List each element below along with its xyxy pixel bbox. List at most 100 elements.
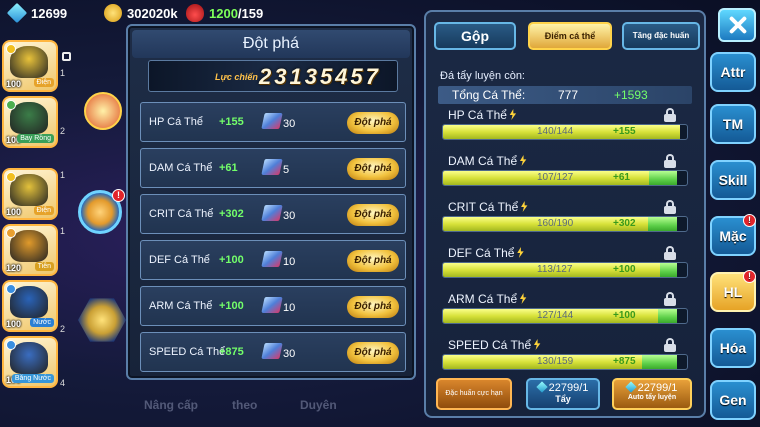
side-tab-label: Hóa — [719, 340, 747, 356]
close-button[interactable] — [718, 8, 756, 42]
side-tab-0[interactable]: Attr — [710, 52, 756, 92]
stat-bonus: +302 — [613, 218, 636, 229]
lock-icon — [62, 52, 71, 61]
gold-counter: 302020k — [104, 4, 178, 22]
breakthrough-button[interactable]: Đột phá — [347, 250, 399, 272]
breakthrough-row: HP Cá Thể +155 30 Đột phá — [140, 102, 406, 142]
wash-button[interactable]: 22799/1 Tẩy — [526, 378, 600, 410]
team-slot[interactable]: 100 Nước — [2, 280, 58, 332]
diamond-icon — [6, 2, 28, 24]
stat-name: HP Cá Thể — [448, 108, 517, 122]
side-tab-label: Gen — [719, 392, 747, 408]
breakthrough-row: CRIT Cá Thể +302 30 Đột phá — [140, 194, 406, 234]
monster-portrait — [10, 230, 48, 262]
stat-name: HP Cá Thể — [149, 116, 204, 128]
crystal-item-icon — [261, 159, 283, 175]
lock-icon[interactable] — [664, 292, 676, 306]
stat-value: 140/144 — [537, 126, 574, 137]
type-tag: Băng Nước — [11, 374, 54, 383]
element-icon — [6, 172, 16, 182]
stat-bonus: +61 — [219, 162, 238, 174]
event-badge-icon[interactable] — [84, 92, 122, 130]
side-tab-label: Skill — [718, 172, 748, 188]
side-tab-label: TM — [722, 116, 744, 132]
stat-bonus: +302 — [219, 208, 244, 220]
individual-stats-panel: Gộp Điểm cá thể Tăng đặc huấn Đá tẩy luy… — [424, 10, 706, 418]
stat-bonus-fill — [660, 263, 678, 277]
auto-wash-label: Auto tẩy luyện — [627, 394, 677, 401]
stat-bonus: +100 — [613, 310, 636, 321]
tab-stat-points[interactable]: Điểm cá thể — [528, 22, 612, 50]
stat-name: ARM Cá Thể — [448, 292, 527, 306]
element-icon — [6, 284, 16, 294]
breakthrough-button[interactable]: Đột phá — [347, 342, 399, 364]
stat-name: CRIT Cá Thể — [448, 200, 528, 214]
monster-portrait — [10, 286, 48, 318]
monster-portrait — [10, 102, 48, 134]
breakthrough-panel: Đột phá Lực chiến 23135457 HP Cá Thể +15… — [126, 24, 416, 380]
breakthrough-row: ARM Cá Thể +100 10 Đột phá — [140, 286, 406, 326]
slot-number: 2 — [60, 324, 66, 334]
stat-progress-bar: 107/127 +61 — [442, 170, 688, 186]
stat-bonus-fill — [642, 355, 678, 369]
stat-bonus: +100 — [613, 264, 636, 275]
lightning-icon — [519, 155, 527, 166]
breakthrough-button[interactable]: Đột phá — [347, 158, 399, 180]
wash-label: Tẩy — [555, 394, 571, 404]
crystal-item-icon — [261, 343, 283, 359]
lock-icon[interactable] — [664, 200, 676, 214]
affinity-hex-icon[interactable] — [78, 298, 126, 342]
alert-badge: ! — [743, 214, 756, 227]
element-icon — [6, 44, 16, 54]
stat-value: 113/127 — [537, 264, 573, 275]
side-tab-3[interactable]: Mặc! — [710, 214, 756, 256]
stat-bonus: +61 — [613, 172, 630, 183]
lightning-icon — [509, 109, 517, 120]
team-slot[interactable]: 100 Điện — [2, 40, 58, 92]
diamond-counter: 12699 — [6, 2, 67, 24]
stat-bonus-fill — [658, 309, 678, 323]
breakthrough-button[interactable]: Đột phá — [347, 204, 399, 226]
lock-icon[interactable] — [664, 154, 676, 168]
side-tab-4[interactable]: HL! — [710, 270, 756, 312]
stat-name: ARM Cá Thể — [149, 300, 213, 312]
potion-counter: 1200/159 — [186, 4, 263, 22]
side-tab-1[interactable]: TM — [710, 104, 756, 144]
special-training-button[interactable]: Đặc huấn cực hạn — [436, 378, 512, 410]
team-slot[interactable]: 100 Băng Nước — [2, 336, 58, 388]
lock-icon[interactable] — [664, 108, 676, 122]
team-slot[interactable]: 100 Bay Rồng — [2, 96, 58, 148]
side-tab-2[interactable]: Skill — [710, 160, 756, 200]
team-slot[interactable]: 120 Tiên — [2, 224, 58, 276]
auto-wash-button[interactable]: 22799/1 Auto tẩy luyện — [612, 378, 692, 410]
alert-badge: ! — [112, 189, 125, 202]
element-icon — [6, 228, 16, 238]
side-tab-6[interactable]: Gen — [710, 380, 756, 420]
tab-merge[interactable]: Gộp — [434, 22, 516, 50]
lock-icon[interactable] — [664, 338, 676, 352]
side-tab-5[interactable]: Hóa — [710, 328, 756, 368]
stat-value: 130/159 — [537, 356, 574, 367]
total-stats-bar: Tổng Cá Thể: 777 +1593 — [438, 86, 692, 104]
remaining-stones-label: Đá tẩy luyện còn: — [440, 70, 525, 82]
lock-icon[interactable] — [664, 246, 676, 260]
breakthrough-button[interactable]: Đột phá — [347, 112, 399, 134]
monster-level: 100 — [6, 319, 22, 329]
combat-power-value: 23135457 — [259, 64, 381, 89]
item-cost: 30 — [283, 348, 296, 360]
stat-name: SPEED Cá Thể — [448, 338, 541, 352]
crystal-item-icon — [261, 297, 283, 313]
team-slot[interactable]: 100 Điện — [2, 168, 58, 220]
total-label: Tổng Cá Thể: — [452, 88, 526, 102]
stat-progress-bar: 140/144 +155 — [442, 124, 688, 140]
crystal-item-icon — [261, 205, 283, 221]
element-icon — [6, 340, 16, 350]
lock-upgrade-icon[interactable]: ! — [78, 189, 125, 234]
stat-bonus: +155 — [613, 126, 636, 137]
breakthrough-button[interactable]: Đột phá — [347, 296, 399, 318]
total-bonus: +1593 — [614, 88, 648, 102]
tab-special-training[interactable]: Tăng đặc huấn — [622, 22, 700, 50]
coin-icon — [104, 4, 122, 22]
stat-bonus: +100 — [219, 254, 244, 266]
stat-bonus: +155 — [219, 116, 244, 128]
